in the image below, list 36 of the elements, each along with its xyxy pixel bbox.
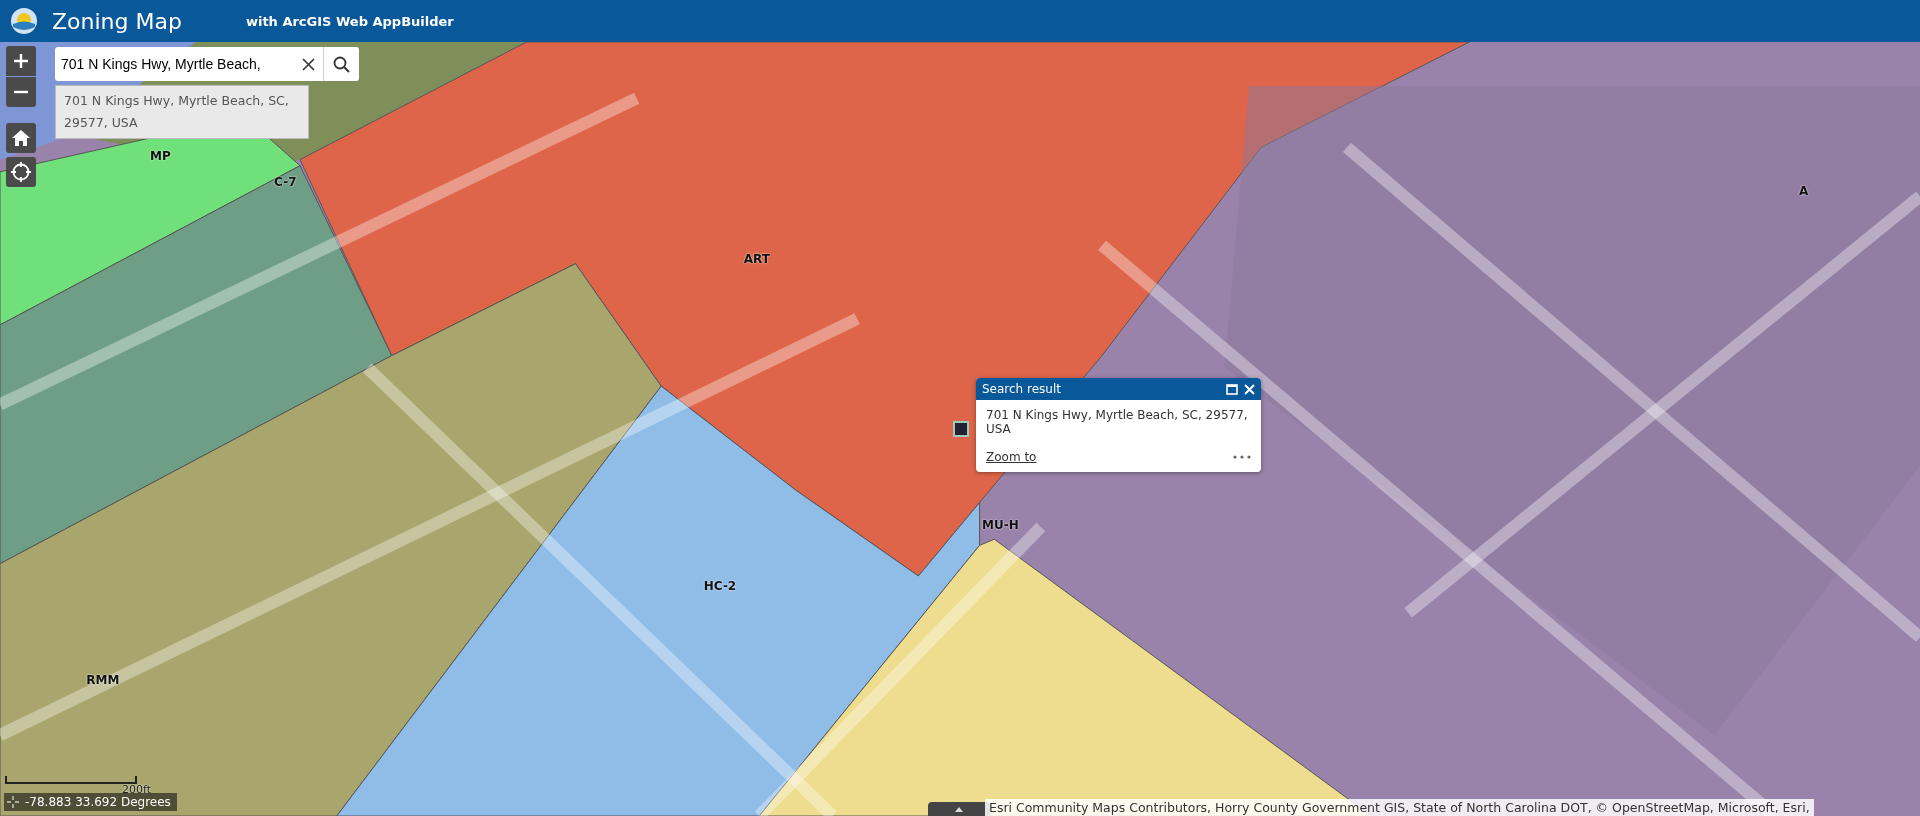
zone-label: MP [150,148,171,163]
close-icon[interactable] [1244,383,1255,395]
zone-label: HC-2 [703,578,737,593]
zone-label: A [1799,184,1809,199]
zone-label: ART [743,251,770,266]
zoom-out-button[interactable] [6,77,36,107]
minus-icon [13,90,29,94]
caret-icon [955,806,963,812]
popup-title: Search result [982,382,1062,396]
search-suggestion[interactable]: 701 N Kings Hwy, Myrtle Beach, SC, 29577, USA [55,85,309,139]
search-icon [333,55,350,73]
locate-button[interactable] [6,157,36,187]
zone-label: MU-H [982,517,1019,532]
plus-icon [13,53,29,69]
search-field[interactable]: 701 N Kings Hwy, Myrtle Beach, [55,47,293,81]
location-marker [953,421,969,437]
app-subtitle: with ArcGIS Web AppBuilder [245,13,454,29]
zoom-in-button[interactable] [6,46,36,76]
crosshair-icon [11,162,31,182]
home-icon [11,129,31,147]
app-title: Zoning Map [52,8,182,34]
more-icon[interactable] [1233,455,1251,459]
attribution-text: Esri Community Maps Contributors, Horry County Government GIS, State of North Carolina DOT, © OpenStreetMap, Microsoft, Esri, [985,799,1814,816]
logo-icon [10,7,38,35]
scale-label: 200ft [122,783,151,796]
close-icon [301,57,315,71]
home-button[interactable] [6,123,36,153]
popup-address: 701 N Kings Hwy, Myrtle Beach, SC, 29577, USA [986,408,1249,436]
zone-label: C-7 [274,174,297,189]
zone-label: RMM [86,673,120,688]
search-button[interactable] [323,47,359,81]
clear-button[interactable] [293,47,323,81]
zoom-to-link[interactable]: Zoom to [986,450,1037,464]
coordinate-text: -78.883 33.692 Degrees [25,795,171,809]
crosshair-icon[interactable] [7,796,19,808]
maximize-icon[interactable] [1226,383,1238,395]
